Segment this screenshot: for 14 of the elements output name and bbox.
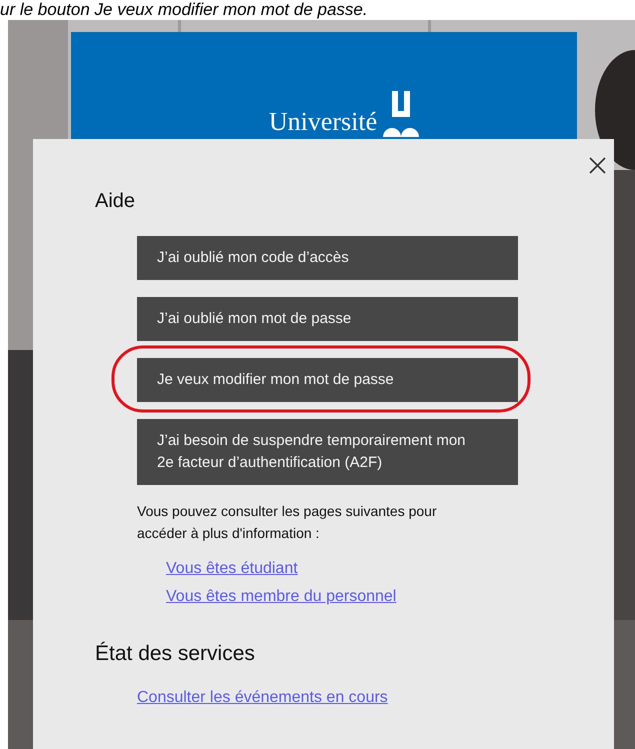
help-button[interactable]: Je veux modifier mon mot de passe (137, 358, 518, 402)
close-icon[interactable] (589, 157, 606, 174)
status-link[interactable]: Consulter les événements en cours (137, 687, 388, 709)
info-link[interactable]: Vous êtes membre du personnel (166, 586, 396, 608)
dialog-title: Aide (95, 189, 136, 213)
info-link[interactable]: Vous êtes étudiant (166, 558, 298, 580)
caption-text: ur le bouton Je veux modifier mon mot de passe. (0, 0, 368, 20)
help-button[interactable]: J’ai besoin de suspendre temporairement mon 2e facteur d’authentification (A2F) (137, 419, 518, 485)
logo-text: Université (268, 107, 378, 137)
help-button[interactable]: J’ai oublié mon mot de passe (137, 297, 518, 341)
logo-icon (383, 91, 420, 137)
status-heading: État des services (95, 641, 255, 667)
info-text: Vous pouvez consulter les pages suivantes pour accéder à plus d'information : (137, 502, 438, 543)
help-button[interactable]: J’ai oublié mon code d’accès (137, 236, 518, 280)
